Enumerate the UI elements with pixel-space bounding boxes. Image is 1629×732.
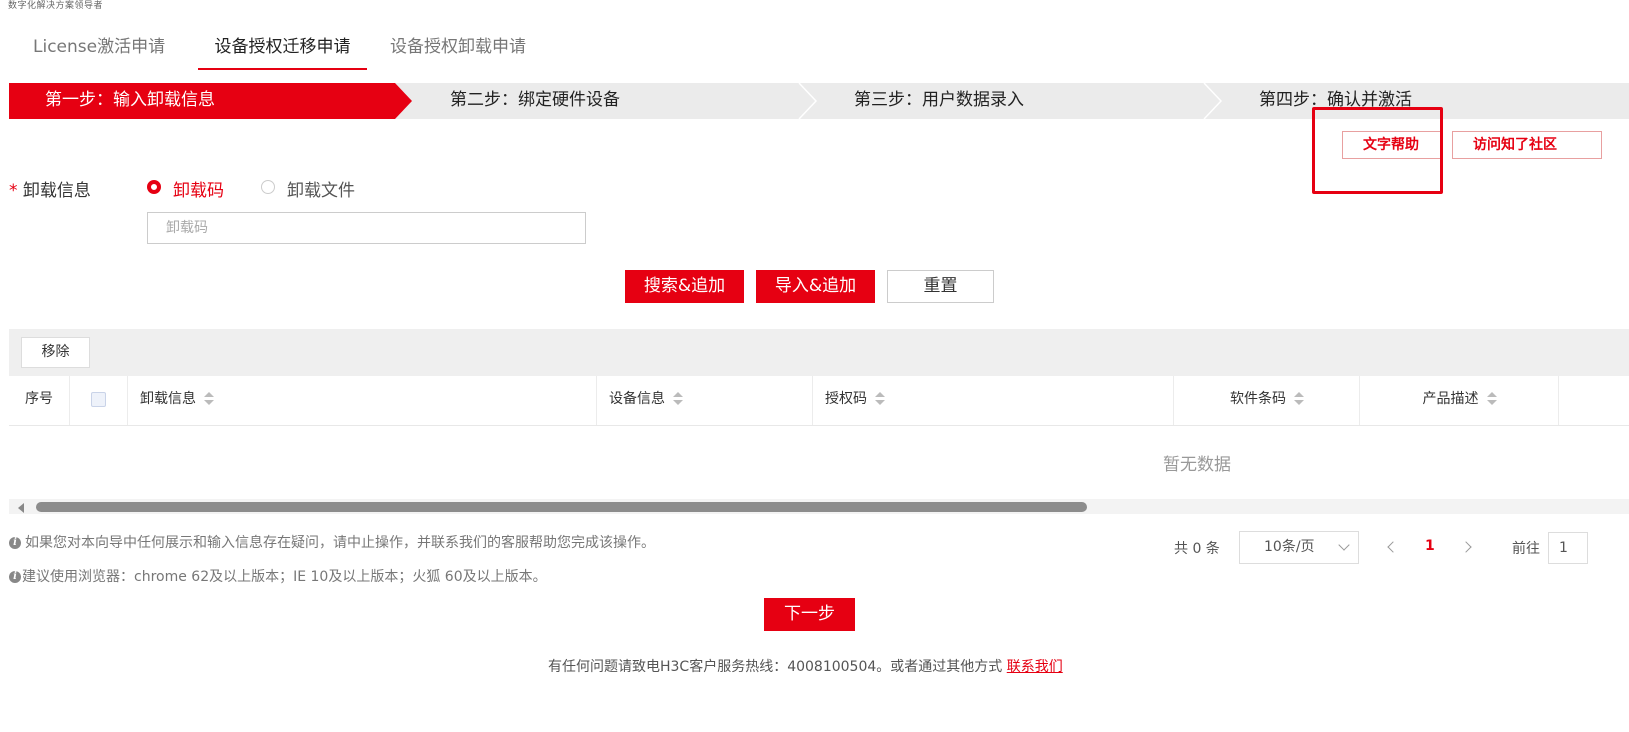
page-size-select[interactable]: 10条/页	[1239, 531, 1359, 564]
tab-license-activation[interactable]: License激活申请	[33, 28, 165, 68]
uninstall-code-input[interactable]	[147, 212, 586, 244]
next-step-button[interactable]: 下一步	[764, 598, 855, 631]
sort-icon[interactable]	[1294, 392, 1304, 406]
step-3-user-data-entry: 第三步：用户数据录入	[854, 90, 1024, 110]
uninstall-info-label: * 卸载信息	[9, 176, 91, 201]
column-auth-code[interactable]: 授权码	[813, 376, 1174, 425]
table-toolbar: 移除	[9, 329, 1629, 376]
column-software-barcode-label: 软件条码	[1230, 391, 1286, 407]
browser-note-text: 建议使用浏览器：chrome 62及以上版本；IE 10及以上版本；火狐 60及…	[22, 569, 547, 585]
radio-uninstall-code-label[interactable]: 卸载码	[173, 176, 224, 201]
info-icon: i	[9, 537, 21, 549]
browser-note: i 建议使用浏览器：chrome 62及以上版本；IE 10及以上版本；火狐 60…	[9, 566, 547, 586]
column-device-info[interactable]: 设备信息	[597, 376, 813, 425]
pagination-total: 共 0 条	[1174, 541, 1220, 557]
radio-uninstall-code[interactable]	[147, 180, 161, 194]
sort-icon[interactable]	[1486, 392, 1497, 406]
required-mark: *	[9, 181, 18, 201]
current-page[interactable]: 1	[1425, 538, 1435, 554]
column-index: 序号	[9, 376, 70, 425]
table-header: 序号 卸载信息 设备信息 授权码 软件条码 产品描述	[9, 376, 1629, 426]
column-software-barcode[interactable]: 软件条码	[1174, 376, 1360, 425]
column-uninstall-info[interactable]: 卸载信息	[128, 376, 597, 425]
horizontal-scrollbar[interactable]	[9, 499, 1629, 514]
radio-uninstall-file[interactable]	[261, 180, 275, 194]
scroll-left-arrow-icon[interactable]	[18, 503, 24, 513]
tab-device-migration[interactable]: 设备授权迁移申请	[198, 28, 367, 70]
sort-icon[interactable]	[204, 392, 214, 406]
help-note: i 如果您对本向导中任何展示和输入信息存在疑问，请中止操作，并联系我们的客服帮助您…	[9, 532, 655, 552]
step-2-bind-hardware: 第二步：绑定硬件设备	[450, 90, 620, 110]
data-table: 移除 序号 卸载信息 设备信息 授权码 软件条码 产品描述 暂无数据	[9, 329, 1629, 514]
footer-contact: 有任何问题请致电H3C客户服务热线：4008100504。或者通过其他方式 联系…	[548, 656, 1063, 676]
brand-slogan: 数字化解决方案领导者	[8, 1, 104, 11]
column-auth-code-label: 授权码	[825, 391, 867, 407]
remove-button[interactable]: 移除	[21, 337, 90, 368]
column-uninstall-info-label: 卸载信息	[140, 391, 196, 407]
chevron-down-icon	[1338, 539, 1350, 551]
prev-page-icon[interactable]	[1387, 541, 1399, 553]
import-add-button[interactable]: 导入&追加	[756, 270, 875, 303]
sort-icon[interactable]	[875, 392, 885, 406]
contact-us-link[interactable]: 联系我们	[1007, 659, 1063, 675]
info-icon: i	[9, 571, 21, 583]
page-size-value: 10条/页	[1264, 539, 1315, 555]
step-1-input-uninstall-info: 第一步：输入卸载信息	[45, 90, 215, 110]
footer-text: 有任何问题请致电H3C客户服务热线：4008100504。或者通过其他方式	[548, 659, 1007, 675]
uninstall-info-label-text: 卸载信息	[22, 181, 91, 201]
goto-label: 前往	[1512, 541, 1540, 557]
column-product-desc[interactable]: 产品描述	[1360, 376, 1559, 425]
select-all-checkbox[interactable]	[91, 392, 106, 407]
scrollbar-thumb[interactable]	[36, 502, 1087, 512]
search-add-button[interactable]: 搜索&追加	[625, 270, 744, 303]
visit-community-button[interactable]: 访问知了社区	[1452, 131, 1602, 159]
tab-device-uninstall[interactable]: 设备授权卸载申请	[390, 28, 526, 68]
reset-button[interactable]: 重置	[887, 270, 994, 303]
column-product-desc-label: 产品描述	[1422, 391, 1479, 407]
radio-uninstall-file-label[interactable]: 卸载文件	[287, 176, 355, 201]
goto-page-input[interactable]: 1	[1548, 532, 1588, 564]
sort-icon[interactable]	[673, 392, 683, 406]
column-device-info-label: 设备信息	[609, 391, 665, 407]
next-page-icon[interactable]	[1460, 541, 1472, 553]
column-select-all	[70, 376, 128, 425]
empty-table-text: 暂无数据	[1163, 455, 1231, 475]
help-note-text: 如果您对本向导中任何展示和输入信息存在疑问，请中止操作，并联系我们的客服帮助您完…	[25, 535, 655, 551]
highlight-annotation-box	[1312, 107, 1443, 194]
